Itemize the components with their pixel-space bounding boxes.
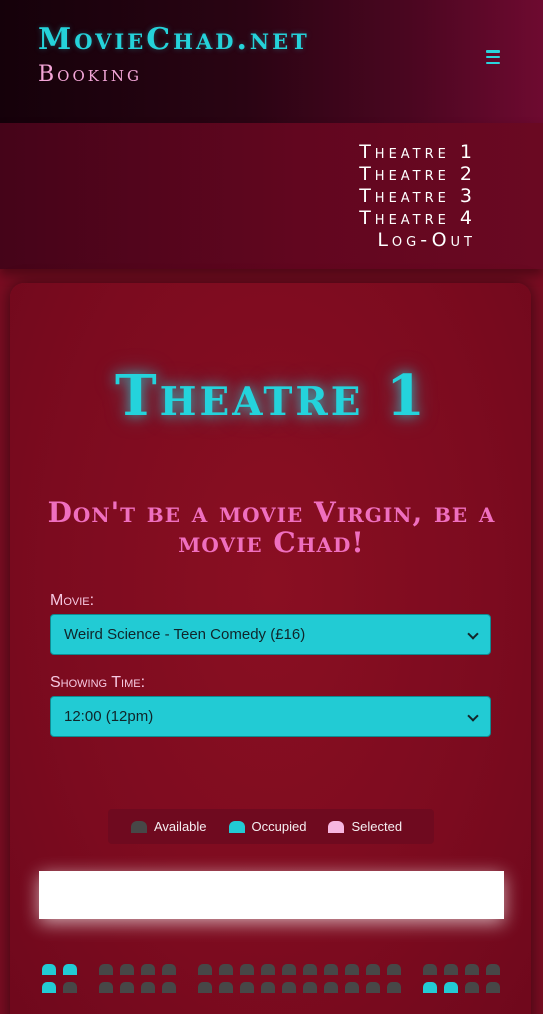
seat-available[interactable] xyxy=(198,982,212,993)
page-title: Theatre 1 xyxy=(115,363,428,429)
seat-available[interactable] xyxy=(465,964,479,975)
seat-occupied xyxy=(42,964,56,975)
seat-available[interactable] xyxy=(282,982,296,993)
seat-occupied-icon xyxy=(228,820,245,833)
seat-available[interactable] xyxy=(162,964,176,975)
seat-available[interactable] xyxy=(345,964,359,975)
seat-occupied xyxy=(444,982,458,993)
seat-available[interactable] xyxy=(387,964,401,975)
page-subtitle: Booking xyxy=(38,62,143,87)
seat-available[interactable] xyxy=(63,982,77,993)
nav-item-logout[interactable]: Log-Out xyxy=(359,229,476,251)
seat-available[interactable] xyxy=(324,982,338,993)
showing-time-value: 12:00 (12pm) xyxy=(64,708,154,725)
legend-occupied-label: Occupied xyxy=(251,819,307,834)
cinema-screen xyxy=(39,871,504,919)
seat-occupied xyxy=(423,982,437,993)
seat-available[interactable] xyxy=(465,982,479,993)
movie-select[interactable]: Weird Science - Teen Comedy (£16) xyxy=(50,614,491,655)
seat-available[interactable] xyxy=(99,982,113,993)
seat-available[interactable] xyxy=(366,964,380,975)
seat-available[interactable] xyxy=(240,964,254,975)
movie-label: Movie: xyxy=(50,592,95,609)
seat-available[interactable] xyxy=(141,964,155,975)
seat-available-icon xyxy=(131,820,147,833)
seat-legend: Available Occupied Selected xyxy=(108,809,434,844)
seat-available[interactable] xyxy=(261,982,275,993)
nav-item-theatre-4[interactable]: Theatre 4 xyxy=(359,207,476,229)
seat-available[interactable] xyxy=(324,964,338,975)
seat-available[interactable] xyxy=(120,982,134,993)
legend-available: Available xyxy=(131,819,207,834)
seat-selected-icon xyxy=(328,820,345,833)
seat-available[interactable] xyxy=(240,982,254,993)
brand-logo[interactable]: MovieChad.net xyxy=(38,22,310,57)
seat-available[interactable] xyxy=(120,964,134,975)
seat-occupied xyxy=(42,982,56,993)
seat-available[interactable] xyxy=(486,982,500,993)
nav-item-theatre-3[interactable]: Theatre 3 xyxy=(359,185,476,207)
nav-item-theatre-1[interactable]: Theatre 1 xyxy=(359,141,476,163)
legend-selected-label: Selected xyxy=(351,819,403,834)
seat-available[interactable] xyxy=(303,964,317,975)
nav-item-theatre-2[interactable]: Theatre 2 xyxy=(359,163,476,185)
legend-occupied: Occupied xyxy=(228,819,307,834)
tagline: Don't be a movie Virgin, be a movie Chad… xyxy=(47,496,496,559)
hamburger-icon[interactable] xyxy=(486,50,500,64)
seat-available[interactable] xyxy=(162,982,176,993)
seat-available[interactable] xyxy=(444,964,458,975)
site-header: MovieChad.net Booking xyxy=(0,0,543,123)
seat-available[interactable] xyxy=(261,964,275,975)
seat-available[interactable] xyxy=(198,964,212,975)
seat-row xyxy=(0,964,543,976)
showing-time-label: Showing Time: xyxy=(50,674,146,691)
chevron-down-icon xyxy=(468,712,477,721)
seat-available[interactable] xyxy=(219,982,233,993)
seat-available[interactable] xyxy=(366,982,380,993)
legend-selected: Selected xyxy=(328,819,402,834)
seat-available[interactable] xyxy=(282,964,296,975)
seat-available[interactable] xyxy=(219,964,233,975)
seat-available[interactable] xyxy=(141,982,155,993)
nav-menu: Theatre 1 Theatre 2 Theatre 3 Theatre 4 … xyxy=(0,123,543,269)
seat-row xyxy=(0,982,543,994)
seat-available[interactable] xyxy=(486,964,500,975)
legend-available-label: Available xyxy=(154,819,207,834)
chevron-down-icon xyxy=(468,630,477,639)
showing-time-select[interactable]: 12:00 (12pm) xyxy=(50,696,491,737)
seat-available[interactable] xyxy=(345,982,359,993)
seat-available[interactable] xyxy=(303,982,317,993)
seat-available[interactable] xyxy=(423,964,437,975)
seat-available[interactable] xyxy=(387,982,401,993)
seat-occupied xyxy=(63,964,77,975)
movie-select-value: Weird Science - Teen Comedy (£16) xyxy=(64,626,306,643)
seat-available[interactable] xyxy=(99,964,113,975)
